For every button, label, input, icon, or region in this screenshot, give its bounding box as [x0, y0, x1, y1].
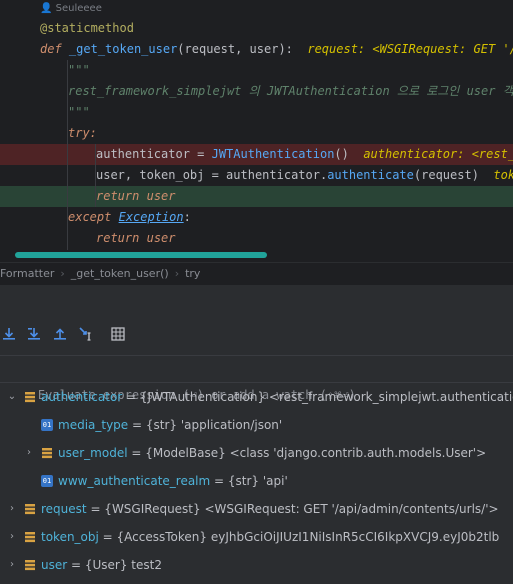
field-icon: 01	[41, 475, 53, 487]
code-line-def: def _get_token_user(request, user): requ…	[0, 39, 513, 60]
object-stack-icon	[42, 448, 52, 459]
indent-guide	[67, 60, 68, 250]
object-stack-icon	[25, 532, 35, 543]
debugger-toolbar	[0, 321, 513, 347]
breadcrumb-separator: ›	[60, 267, 65, 280]
inline-value-hint: token	[493, 168, 513, 182]
variable-name: www_authenticate_realm	[58, 474, 211, 488]
variable-row-token-obj[interactable]: › token_obj = {AccessToken} eyJhbGciOiJI…	[0, 523, 513, 551]
try-keyword: try:	[68, 126, 97, 140]
variable-row-request[interactable]: › request = {WSGIRequest} <WSGIRequest: …	[0, 495, 513, 523]
variable-value: = {WSGIRequest} <WSGIRequest: GET '/api/…	[86, 502, 499, 516]
variable-value: = {AccessToken} eyJhbGciOiJIUzI1NiIsInR5…	[98, 530, 500, 544]
horizontal-scrollbar[interactable]	[15, 252, 267, 258]
variable-value: = {User} test2	[67, 558, 162, 572]
variable-row-authenticator[interactable]: ⌄ authenticator = {JWTAuthentication} <r…	[0, 383, 513, 411]
code-line-docstring-open: """	[0, 60, 513, 81]
variable-name: authenticator	[41, 390, 123, 404]
docstring-close: """	[68, 105, 90, 119]
decorator-text: @staticmethod	[40, 21, 134, 35]
chevron-right-icon[interactable]: ›	[23, 439, 35, 467]
docstring-text: rest_framework_simplejwt 의 JWTAuthentica…	[68, 84, 513, 98]
return-value: user	[146, 231, 176, 245]
variable-name: request	[41, 502, 87, 516]
variable-value: = {str} 'api'	[210, 474, 288, 488]
docstring-open: """	[68, 63, 90, 77]
auth-assign: authenticator =	[96, 147, 212, 161]
variable-row-user-model[interactable]: › user_model = {ModelBase} <class 'djang…	[0, 439, 513, 467]
object-stack-icon	[25, 560, 35, 571]
variable-name: user	[41, 558, 68, 572]
author-name: Seuleeee	[55, 3, 102, 14]
variable-name: user_model	[58, 446, 128, 460]
return-value: user	[146, 189, 176, 203]
step-out-icon[interactable]	[51, 325, 69, 343]
return-keyword: return	[96, 189, 140, 203]
exception-class: Exception	[118, 210, 184, 224]
variable-name: token_obj	[41, 530, 99, 544]
authenticate-args: (request)	[413, 168, 479, 182]
step-over-icon[interactable]	[0, 325, 18, 343]
variable-value: = {ModelBase} <class 'django.contrib.aut…	[127, 446, 487, 460]
object-stack-icon	[25, 504, 35, 515]
evaluate-expression-input[interactable]: Evaluate expression (⏎) or add a watch (…	[0, 355, 513, 402]
function-name: _get_token_user	[68, 42, 178, 56]
code-line-decorator: @staticmethod	[0, 18, 513, 39]
chevron-down-icon[interactable]: ⌄	[6, 383, 18, 411]
return-keyword: return	[96, 231, 140, 245]
code-line-docstring-close: """	[0, 102, 513, 123]
variable-name: media_type	[58, 418, 129, 432]
code-line-authenticator-breakpoint[interactable]: authenticator = JWTAuthentication() auth…	[0, 144, 513, 165]
def-keyword: def	[40, 42, 62, 56]
field-icon: 01	[41, 419, 53, 431]
except-colon: :	[183, 210, 191, 224]
variable-row-www-authenticate-realm[interactable]: 01 www_authenticate_realm = {str} 'api'	[0, 467, 513, 495]
object-stack-icon	[25, 392, 35, 403]
user-assign: user, token_obj = authenticator.	[96, 168, 328, 182]
code-line-authenticate: user, token_obj = authenticator.authenti…	[0, 165, 513, 186]
code-editor[interactable]: 👤 Seuleeee @staticmethod def _get_token_…	[0, 0, 513, 262]
author-annotation: 👤 Seuleeee	[40, 0, 102, 18]
function-params: (request, user):	[177, 42, 293, 56]
breadcrumb-item-try[interactable]: try	[185, 267, 200, 280]
code-line-except: except Exception:	[0, 207, 513, 228]
variable-row-media-type[interactable]: 01 media_type = {str} 'application/json'	[0, 411, 513, 439]
auth-class: JWTAuthentication	[211, 147, 335, 161]
evaluate-table-icon[interactable]	[109, 325, 127, 343]
code-line-return-current: return user	[0, 186, 513, 207]
author-icon: 👤	[40, 3, 56, 14]
breadcrumb: Formatter › _get_token_user() › try	[0, 262, 513, 285]
variable-value: = {str} 'application/json'	[128, 418, 283, 432]
breadcrumb-separator: ›	[174, 267, 180, 280]
breadcrumb-item-function[interactable]: _get_token_user()	[71, 267, 169, 280]
run-to-cursor-icon[interactable]	[77, 325, 95, 343]
code-line-docstring: rest_framework_simplejwt 의 JWTAuthentica…	[0, 81, 513, 102]
inline-value-hint: request: <WSGIRequest: GET '/api	[307, 42, 513, 56]
chevron-right-icon[interactable]: ›	[6, 495, 18, 523]
authenticate-call: authenticate	[327, 168, 414, 182]
variable-value: = {JWTAuthentication} <rest_framework_si…	[122, 390, 513, 404]
auth-call: ()	[334, 147, 349, 161]
debugger-panel: Evaluate expression (⏎) or add a watch (…	[0, 285, 513, 584]
indent-guide	[95, 144, 96, 207]
inline-value-hint: authenticator: <rest_fr	[363, 147, 513, 161]
breadcrumb-item-class[interactable]: Formatter	[0, 267, 54, 280]
step-into-icon[interactable]	[25, 325, 43, 343]
code-line-return2: return user	[0, 228, 513, 249]
chevron-right-icon[interactable]: ›	[6, 551, 18, 579]
except-keyword: except	[68, 210, 112, 224]
chevron-right-icon[interactable]: ›	[6, 523, 18, 551]
code-line-try: try:	[0, 123, 513, 144]
variable-row-user[interactable]: › user = {User} test2	[0, 551, 513, 579]
